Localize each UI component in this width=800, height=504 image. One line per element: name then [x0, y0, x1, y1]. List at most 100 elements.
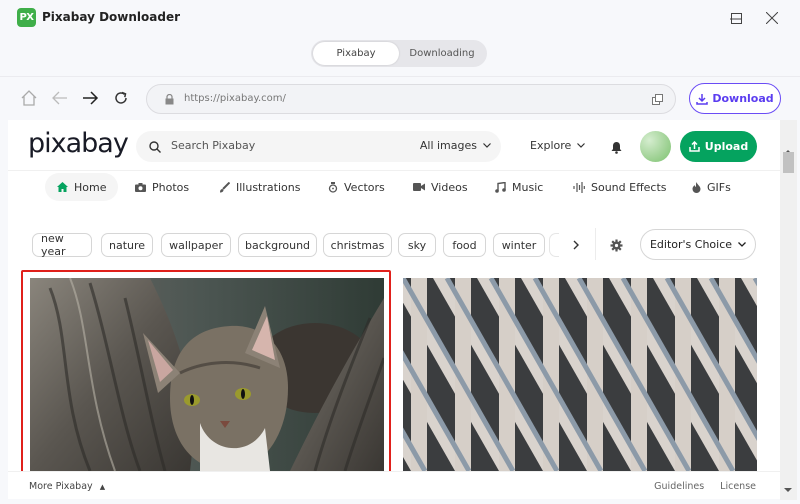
tab-downloading[interactable]: Downloading — [399, 42, 485, 65]
camera-icon — [135, 182, 146, 192]
category-label: Sound Effects — [591, 180, 667, 194]
bell-icon — [611, 142, 622, 154]
category-label: Illustrations — [236, 180, 301, 194]
tag-chip[interactable]: new year — [32, 232, 92, 258]
category-illustrations[interactable]: Illustrations — [219, 173, 300, 201]
category-videos[interactable]: Videos — [413, 173, 468, 201]
tag-bar: new year nature wallpaper background chr… — [8, 228, 780, 260]
maximize-button[interactable] — [721, 4, 751, 32]
category-photos[interactable]: Photos — [135, 173, 189, 201]
footer-links: Guidelines License — [654, 481, 756, 492]
flame-icon — [692, 181, 701, 193]
image-type-label: All images — [419, 139, 477, 152]
notifications-button[interactable] — [611, 139, 622, 158]
back-button[interactable] — [49, 87, 71, 109]
explore-label: Explore — [530, 139, 572, 152]
category-vectors[interactable]: Vectors — [328, 173, 385, 201]
tab-pixabay[interactable]: Pixabay — [313, 42, 399, 65]
image-card-kitten[interactable] — [30, 278, 384, 471]
sort-label: Editor's Choice — [649, 238, 733, 251]
scrollbar-thumb[interactable] — [783, 152, 794, 173]
gear-icon — [610, 239, 623, 252]
scroll-down-arrow-icon[interactable] — [784, 488, 792, 492]
category-label: Vectors — [344, 180, 385, 194]
reload-icon — [115, 91, 127, 104]
explore-menu[interactable]: Explore — [530, 139, 586, 152]
lock-icon — [165, 94, 174, 105]
video-icon — [413, 183, 425, 191]
category-label: Music — [512, 180, 544, 194]
chevron-down-icon — [483, 143, 491, 148]
copy-icon[interactable] — [652, 94, 663, 105]
close-button[interactable] — [757, 4, 787, 32]
tag-chip[interactable]: background — [238, 233, 317, 257]
download-icon — [696, 93, 709, 105]
title-bar: PX Pixabay Downloader — [0, 0, 800, 36]
tag-chip[interactable]: winter — [493, 233, 545, 257]
reload-button[interactable] — [110, 87, 132, 109]
search-icon — [149, 141, 161, 153]
license-link[interactable]: License — [720, 481, 756, 492]
guidelines-link[interactable]: Guidelines — [654, 481, 704, 492]
avatar[interactable] — [640, 131, 671, 162]
category-nav: Home Photos Illustrations Vectors Videos… — [8, 170, 780, 202]
brush-icon — [220, 181, 230, 192]
category-label: Photos — [152, 180, 190, 194]
tag-chip[interactable]: sky — [398, 233, 436, 257]
category-label: Home — [74, 180, 107, 194]
category-label: Videos — [431, 180, 468, 194]
pixabay-logo[interactable]: pixabay — [28, 128, 129, 159]
upload-icon — [689, 141, 700, 152]
more-pixabay-label: More Pixabay — [29, 481, 93, 492]
close-icon — [766, 12, 778, 24]
chevron-right-icon — [573, 240, 579, 250]
tag-chip[interactable]: wallpaper — [161, 233, 231, 257]
page-scrollbar[interactable] — [780, 120, 797, 500]
forward-icon — [83, 91, 99, 105]
tag-chip[interactable]: food — [443, 233, 486, 257]
address-bar[interactable]: https://pixabay.com/ — [146, 84, 676, 114]
search-input[interactable]: Search Pixabay All images — [136, 131, 501, 162]
home-icon — [57, 182, 68, 192]
category-sound-effects[interactable]: Sound Effects — [573, 173, 667, 201]
sort-dropdown[interactable]: Editor's Choice — [640, 229, 756, 260]
waveform-icon — [573, 181, 585, 193]
app-logo-icon: PX — [17, 8, 36, 27]
app-title: Pixabay Downloader — [42, 10, 180, 24]
tag-chip-overflow — [549, 233, 559, 257]
view-tabs: Pixabay Downloading — [311, 40, 487, 67]
home-button[interactable] — [18, 87, 40, 109]
download-button[interactable]: Download — [689, 83, 781, 114]
home-icon — [21, 90, 37, 106]
page-footer: More Pixabay ▲ Guidelines License — [8, 471, 780, 499]
search-placeholder: Search Pixabay — [171, 139, 256, 152]
upload-label: Upload — [704, 140, 749, 153]
maximize-icon — [730, 12, 742, 24]
url-text: https://pixabay.com/ — [184, 93, 286, 104]
settings-button[interactable] — [610, 237, 623, 256]
music-icon — [495, 181, 506, 193]
image-type-dropdown[interactable]: All images — [420, 139, 491, 152]
category-music[interactable]: Music — [495, 173, 543, 201]
category-gifs[interactable]: GIFs — [692, 173, 731, 201]
tags-scroll-right-button[interactable] — [566, 233, 586, 257]
category-home[interactable]: Home — [45, 173, 119, 201]
upload-button[interactable]: Upload — [680, 131, 757, 162]
browser-toolbar: https://pixabay.com/ Download — [0, 76, 800, 120]
download-label: Download — [712, 92, 774, 105]
kitten-photo — [30, 278, 384, 471]
chevron-down-icon — [577, 143, 586, 148]
forward-button[interactable] — [79, 87, 101, 109]
chevron-down-icon — [738, 242, 746, 247]
tag-chip[interactable]: christmas — [323, 233, 392, 257]
back-icon — [52, 91, 67, 105]
divider — [595, 228, 596, 260]
web-page: pixabay Search Pixabay All images Explor… — [8, 120, 780, 471]
tag-chip[interactable]: nature — [101, 233, 153, 257]
category-label: GIFs — [707, 180, 731, 194]
pen-nib-icon — [328, 181, 338, 193]
image-card-architecture[interactable] — [403, 278, 757, 471]
caret-up-icon: ▲ — [99, 483, 106, 491]
more-pixabay-link[interactable]: More Pixabay ▲ — [29, 481, 105, 492]
architecture-photo — [403, 278, 757, 471]
